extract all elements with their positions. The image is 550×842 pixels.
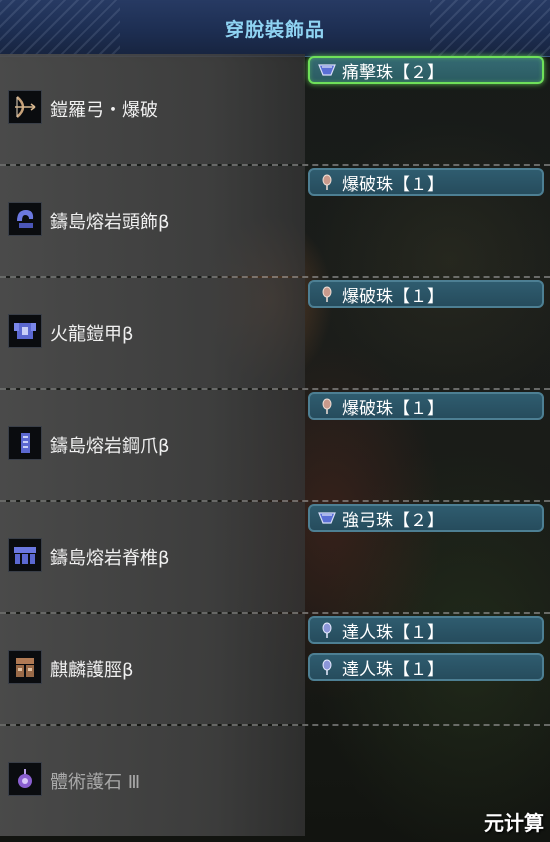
jewel-1-icon (316, 397, 338, 415)
equipment-name: 火龍鎧甲β (50, 324, 134, 345)
equipment-panel (0, 614, 305, 724)
decoration-label: 強弓珠【２】 (342, 510, 444, 531)
leg-armor-icon (8, 650, 42, 684)
arm-armor-icon (8, 426, 42, 460)
jewel-1-icon (316, 621, 338, 639)
equipment-panel (0, 726, 305, 836)
decoration-label: 爆破珠【１】 (342, 398, 444, 419)
decoration-slot[interactable]: 痛擊珠【２】 (308, 56, 544, 84)
decoration-label: 爆破珠【１】 (342, 174, 444, 195)
decoration-label: 爆破珠【１】 (342, 286, 444, 307)
decoration-slot[interactable]: 達人珠【１】 (308, 653, 544, 681)
equipment-row-charm[interactable]: 體術護石 Ⅲ (0, 726, 550, 836)
equipment-name: 鑄島熔岩頭飾β (50, 212, 170, 233)
decoration-label: 達人珠【１】 (342, 659, 444, 680)
waist-armor-icon (8, 538, 42, 572)
watermark: 元计算 (484, 811, 544, 835)
decoration-label: 痛擊珠【２】 (342, 62, 444, 83)
equipment-name: 鑄島熔岩脊椎β (50, 548, 170, 569)
decoration-slot[interactable]: 爆破珠【１】 (308, 392, 544, 420)
helmet-icon (8, 202, 42, 236)
jewel-2-icon (316, 61, 338, 79)
decoration-label: 達人珠【１】 (342, 622, 444, 643)
decoration-slot[interactable]: 強弓珠【２】 (308, 504, 544, 532)
equipment-name: 鎧羅弓・爆破 (50, 100, 158, 121)
equipment-name: 鑄島熔岩鋼爪β (50, 436, 170, 457)
bow-icon (8, 90, 42, 124)
jewel-2-icon (316, 509, 338, 527)
jewel-1-icon (316, 658, 338, 676)
equipment-name: 體術護石 Ⅲ (50, 772, 141, 793)
jewel-1-icon (316, 173, 338, 191)
equipment-name: 麒麟護脛β (50, 660, 134, 681)
charm-icon (8, 762, 42, 796)
jewel-1-icon (316, 285, 338, 303)
page-title: 穿脫裝飾品 (224, 19, 325, 41)
chest-armor-icon (8, 314, 42, 348)
equipment-panel (0, 278, 305, 388)
header-bar: 穿脫裝飾品 (0, 0, 550, 57)
decoration-slot[interactable]: 爆破珠【１】 (308, 168, 544, 196)
decoration-slot[interactable]: 達人珠【１】 (308, 616, 544, 644)
decoration-slot[interactable]: 爆破珠【１】 (308, 280, 544, 308)
